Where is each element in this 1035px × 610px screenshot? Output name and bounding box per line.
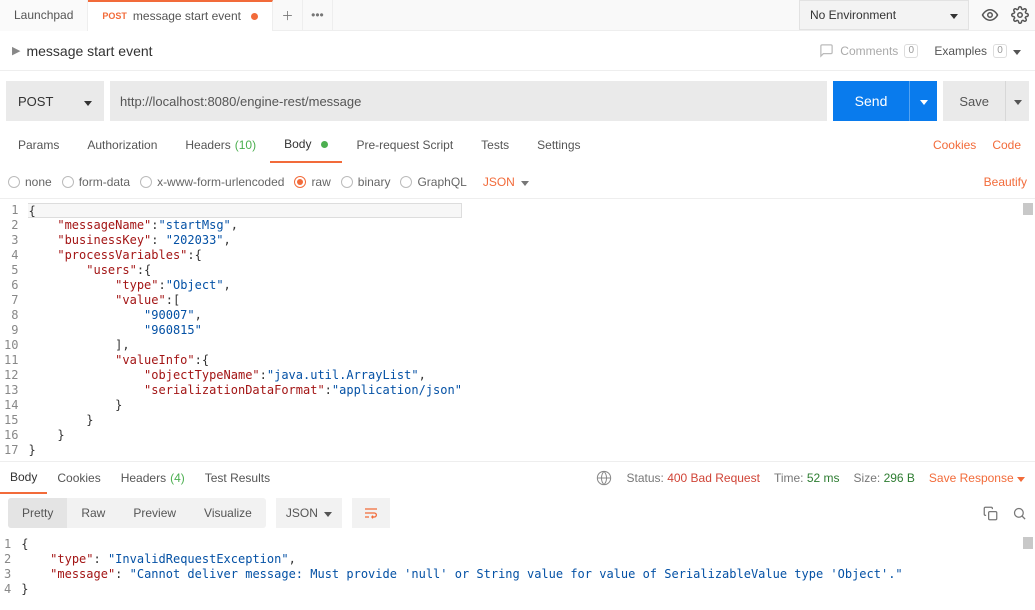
copy-response-icon[interactable] bbox=[983, 506, 998, 521]
chevron-down-icon bbox=[84, 94, 92, 109]
response-body-editor[interactable]: 1234 { "type": "InvalidRequestException"… bbox=[0, 533, 1035, 599]
wrap-lines-toggle[interactable] bbox=[352, 498, 390, 528]
tab-settings[interactable]: Settings bbox=[523, 128, 594, 162]
response-view-controls: Pretty Raw Preview Visualize JSON bbox=[0, 493, 1035, 533]
cookies-link[interactable]: Cookies bbox=[933, 138, 976, 152]
send-options-button[interactable] bbox=[909, 81, 937, 121]
body-language-dropdown[interactable]: JSON bbox=[477, 175, 535, 189]
view-visualize[interactable]: Visualize bbox=[190, 498, 266, 528]
tab-params[interactable]: Params bbox=[4, 128, 73, 162]
tab-more-button[interactable]: ••• bbox=[303, 0, 333, 31]
time-value: 52 ms bbox=[807, 471, 840, 485]
network-icon[interactable] bbox=[596, 470, 612, 486]
response-tab-body[interactable]: Body bbox=[0, 462, 47, 494]
environment-selector[interactable]: No Environment bbox=[799, 0, 969, 30]
request-body-editor[interactable]: 1234567891011121314151617 { "messageName… bbox=[0, 199, 1035, 461]
settings-icon[interactable] bbox=[1005, 0, 1035, 30]
response-tab-cookies[interactable]: Cookies bbox=[47, 463, 110, 493]
comments-button[interactable]: Comments 0 bbox=[819, 43, 918, 58]
breadcrumb-caret-icon[interactable]: ▶ bbox=[12, 44, 20, 57]
tab-prerequest[interactable]: Pre-request Script bbox=[342, 128, 467, 162]
request-tabs: Params Authorization Headers (10) Body P… bbox=[0, 125, 1035, 165]
save-response-dropdown[interactable]: Save Response bbox=[929, 471, 1025, 485]
request-url-row: POST http://localhost:8080/engine-rest/m… bbox=[6, 81, 1029, 121]
response-tab-tests[interactable]: Test Results bbox=[195, 463, 280, 493]
env-quicklook-icon[interactable] bbox=[975, 0, 1005, 30]
body-raw[interactable]: raw bbox=[294, 175, 330, 189]
tab-tests[interactable]: Tests bbox=[467, 128, 523, 162]
tab-active-request[interactable]: POST message start event bbox=[88, 0, 273, 31]
body-binary[interactable]: binary bbox=[341, 175, 391, 189]
view-raw[interactable]: Raw bbox=[67, 498, 119, 528]
response-lang-dropdown[interactable]: JSON bbox=[276, 498, 342, 528]
view-pretty[interactable]: Pretty bbox=[8, 498, 67, 528]
tab-body[interactable]: Body bbox=[270, 127, 342, 163]
unsaved-dot-icon bbox=[251, 13, 258, 20]
size-value: 296 B bbox=[884, 471, 915, 485]
tab-authorization[interactable]: Authorization bbox=[73, 128, 171, 162]
code-link[interactable]: Code bbox=[992, 138, 1021, 152]
chevron-down-icon bbox=[1013, 44, 1021, 58]
body-urlencoded[interactable]: x-www-form-urlencoded bbox=[140, 175, 284, 189]
url-input[interactable]: http://localhost:8080/engine-rest/messag… bbox=[110, 81, 827, 121]
scrollbar-icon[interactable] bbox=[1023, 537, 1033, 549]
examples-button[interactable]: Examples 0 bbox=[934, 44, 1021, 58]
request-title-row: ▶ message start event Comments 0 Example… bbox=[0, 31, 1035, 71]
body-form-data[interactable]: form-data bbox=[62, 175, 130, 189]
response-bar: Body Cookies Headers (4) Test Results St… bbox=[0, 461, 1035, 493]
chevron-down-icon bbox=[950, 8, 958, 22]
request-title: message start event bbox=[26, 43, 152, 59]
new-tab-button[interactable]: ＋ bbox=[273, 0, 303, 31]
http-method-dropdown[interactable]: POST bbox=[6, 81, 104, 121]
response-tab-headers[interactable]: Headers (4) bbox=[111, 463, 195, 493]
view-preview[interactable]: Preview bbox=[119, 498, 190, 528]
chevron-down-icon bbox=[521, 175, 529, 189]
scrollbar-icon[interactable] bbox=[1023, 203, 1033, 215]
body-type-row: none form-data x-www-form-urlencoded raw… bbox=[0, 165, 1035, 199]
beautify-link[interactable]: Beautify bbox=[984, 175, 1027, 189]
tab-launchpad[interactable]: Launchpad bbox=[0, 0, 88, 31]
save-button[interactable]: Save bbox=[943, 81, 1005, 121]
tab-bar: Launchpad POST message start event ＋ •••… bbox=[0, 0, 1035, 31]
status-value: 400 Bad Request bbox=[667, 471, 760, 485]
save-options-button[interactable] bbox=[1005, 81, 1029, 121]
body-none[interactable]: none bbox=[8, 175, 52, 189]
send-button[interactable]: Send bbox=[833, 81, 910, 121]
body-graphql[interactable]: GraphQL bbox=[400, 175, 466, 189]
search-response-icon[interactable] bbox=[1012, 506, 1027, 521]
tab-headers[interactable]: Headers (10) bbox=[171, 128, 270, 162]
